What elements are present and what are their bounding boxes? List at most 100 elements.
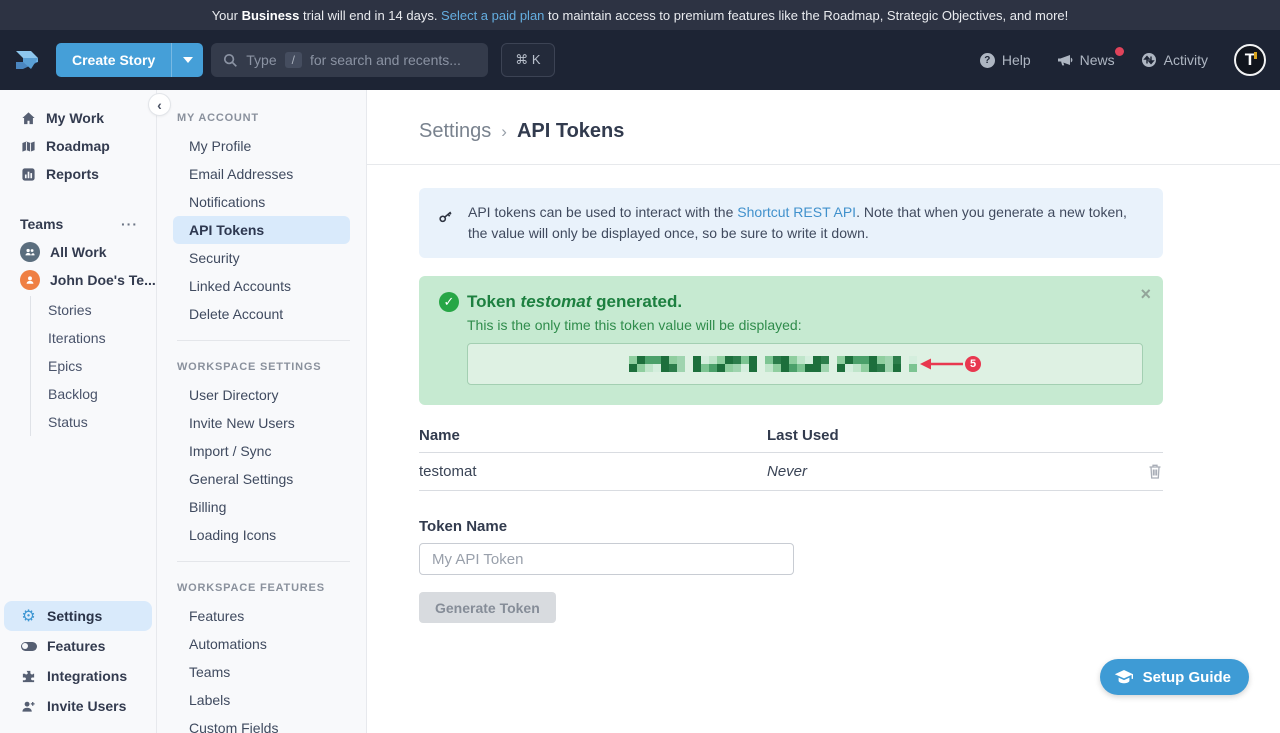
alert-title: Token testomat generated. <box>467 292 1143 312</box>
graduation-cap-icon <box>1114 669 1134 685</box>
house-icon <box>20 110 36 126</box>
command-k-shortcut[interactable]: ⌘ K <box>501 43 554 77</box>
left-arrow-icon <box>919 356 965 372</box>
column-last-used: Last Used <box>767 427 1133 444</box>
api-info-callout: API tokens can be used to interact with … <box>419 188 1163 258</box>
sidebar-label: Integrations <box>47 668 127 684</box>
megaphone-icon <box>1057 53 1073 67</box>
settings-nav-api-tokens[interactable]: API Tokens <box>173 216 350 244</box>
sidebar-item-epics[interactable]: Epics <box>48 352 156 380</box>
settings-nav-teams[interactable]: Teams <box>157 658 366 686</box>
help-button[interactable]: ? Help <box>980 52 1031 68</box>
sidebar-item-stories[interactable]: Stories <box>48 296 156 324</box>
breadcrumb-separator-icon: › <box>501 122 507 142</box>
help-label: Help <box>1002 52 1031 68</box>
settings-nav-delete-account[interactable]: Delete Account <box>157 300 366 328</box>
sidebar-item-my-work[interactable]: My Work <box>0 104 156 132</box>
close-icon[interactable]: × <box>1140 284 1151 305</box>
api-info-text: API tokens can be used to interact with … <box>468 202 1145 244</box>
navbar-right: ? Help News Activity T <box>980 44 1266 76</box>
check-circle-icon: ✓ <box>439 292 459 312</box>
settings-nav-import-sync[interactable]: Import / Sync <box>157 437 366 465</box>
page-title: API Tokens <box>517 120 624 143</box>
select-paid-plan-link[interactable]: Select a paid plan <box>441 8 544 23</box>
user-avatar[interactable]: T <box>1234 44 1266 76</box>
help-icon: ? <box>980 53 995 68</box>
collapse-sidebar-button[interactable]: ‹ <box>148 93 171 116</box>
token-value-redacted <box>629 356 917 372</box>
settings-nav-loading-icons[interactable]: Loading Icons <box>157 521 366 549</box>
news-label: News <box>1080 52 1115 68</box>
settings-nav-labels[interactable]: Labels <box>157 686 366 714</box>
setup-guide-label: Setup Guide <box>1143 669 1231 686</box>
teams-menu-button[interactable]: ··· <box>121 216 138 232</box>
settings-nav-email-addresses[interactable]: Email Addresses <box>157 160 366 188</box>
alert-token-name: testomat <box>521 292 592 311</box>
generate-token-button[interactable]: Generate Token <box>419 592 556 623</box>
sidebar-item-integrations[interactable]: Integrations <box>4 661 152 691</box>
sidebar-item-features[interactable]: Features <box>4 631 152 661</box>
settings-nav-features[interactable]: Features <box>157 602 366 630</box>
sidebar-item-iterations[interactable]: Iterations <box>48 324 156 352</box>
sidebar-item-backlog[interactable]: Backlog <box>48 380 156 408</box>
sidebar-item-status[interactable]: Status <box>48 408 156 436</box>
search-placeholder-rest: for search and recents... <box>310 52 461 68</box>
settings-nav: MY ACCOUNT My Profile Email Addresses No… <box>157 90 367 733</box>
activity-button[interactable]: Activity <box>1141 52 1208 68</box>
slash-key-badge: / <box>285 52 302 68</box>
sidebar-label: Features <box>47 638 105 654</box>
sidebar-item-settings[interactable]: ⚙ Settings <box>4 601 152 631</box>
settings-nav-linked-accounts[interactable]: Linked Accounts <box>157 272 366 300</box>
annotation-arrow: 5 <box>919 356 981 372</box>
create-story-dropdown[interactable] <box>171 43 203 77</box>
breadcrumb-settings[interactable]: Settings <box>419 120 491 143</box>
column-name: Name <box>419 427 767 444</box>
divider <box>177 561 350 562</box>
settings-nav-security[interactable]: Security <box>157 244 366 272</box>
settings-nav-notifications[interactable]: Notifications <box>157 188 366 216</box>
setup-guide-button[interactable]: Setup Guide <box>1100 659 1249 695</box>
token-name-label: Token Name <box>419 518 1163 535</box>
sidebar-label: Invite Users <box>47 698 126 714</box>
shortcut-logo-icon[interactable] <box>12 45 42 75</box>
sidebar-item-reports[interactable]: Reports <box>0 160 156 188</box>
avatar-accent <box>1254 52 1257 59</box>
tokens-table-header: Name Last Used <box>419 427 1163 453</box>
news-button[interactable]: News <box>1057 52 1115 68</box>
sidebar-item-roadmap[interactable]: Roadmap <box>0 132 156 160</box>
news-notification-dot <box>1115 47 1124 56</box>
settings-nav-billing[interactable]: Billing <box>157 493 366 521</box>
settings-nav-custom-fields[interactable]: Custom Fields <box>157 714 366 733</box>
top-navbar: Create Story Type / for search and recen… <box>0 30 1280 90</box>
divider <box>177 340 350 341</box>
delete-token-button[interactable] <box>1133 463 1163 480</box>
search-placeholder-type: Type <box>246 52 276 68</box>
create-story-button[interactable]: Create Story <box>56 43 203 77</box>
alert-title-suffix: generated. <box>591 292 682 311</box>
sidebar-item-invite-users[interactable]: Invite Users <box>4 691 152 721</box>
alert-title-prefix: Token <box>467 292 521 311</box>
shortcut-rest-api-link[interactable]: Shortcut REST API <box>737 204 856 220</box>
sidebar-item-all-work[interactable]: All Work <box>0 238 156 266</box>
all-work-avatar <box>20 242 40 262</box>
token-generated-alert: × ✓ Token testomat generated. This is th… <box>419 276 1163 405</box>
team-label: All Work <box>50 244 107 260</box>
token-name-input[interactable] <box>419 543 794 575</box>
banner-plan-name: Business <box>242 8 300 23</box>
settings-nav-invite-new-users[interactable]: Invite New Users <box>157 409 366 437</box>
settings-nav-user-directory[interactable]: User Directory <box>157 381 366 409</box>
person-plus-icon <box>20 699 37 714</box>
create-story-label: Create Story <box>56 52 171 68</box>
sidebar-item-john-does-team[interactable]: John Doe's Te... <box>0 266 156 294</box>
settings-nav-general-settings[interactable]: General Settings <box>157 465 366 493</box>
settings-nav-automations[interactable]: Automations <box>157 630 366 658</box>
section-header-workspace-features: WORKSPACE FEATURES <box>157 574 366 602</box>
settings-nav-my-profile[interactable]: My Profile <box>157 132 366 160</box>
table-row: testomat Never <box>419 453 1163 491</box>
map-icon <box>20 138 36 154</box>
banner-text-suffix: to maintain access to premium features l… <box>544 8 1068 23</box>
app-shell: ‹ My Work Roadmap Reports Teams ··· <box>0 90 1280 733</box>
search-input[interactable]: Type / for search and recents... <box>211 43 488 77</box>
page-header: Settings › API Tokens <box>367 90 1280 165</box>
token-value-box: 5 <box>467 343 1143 385</box>
